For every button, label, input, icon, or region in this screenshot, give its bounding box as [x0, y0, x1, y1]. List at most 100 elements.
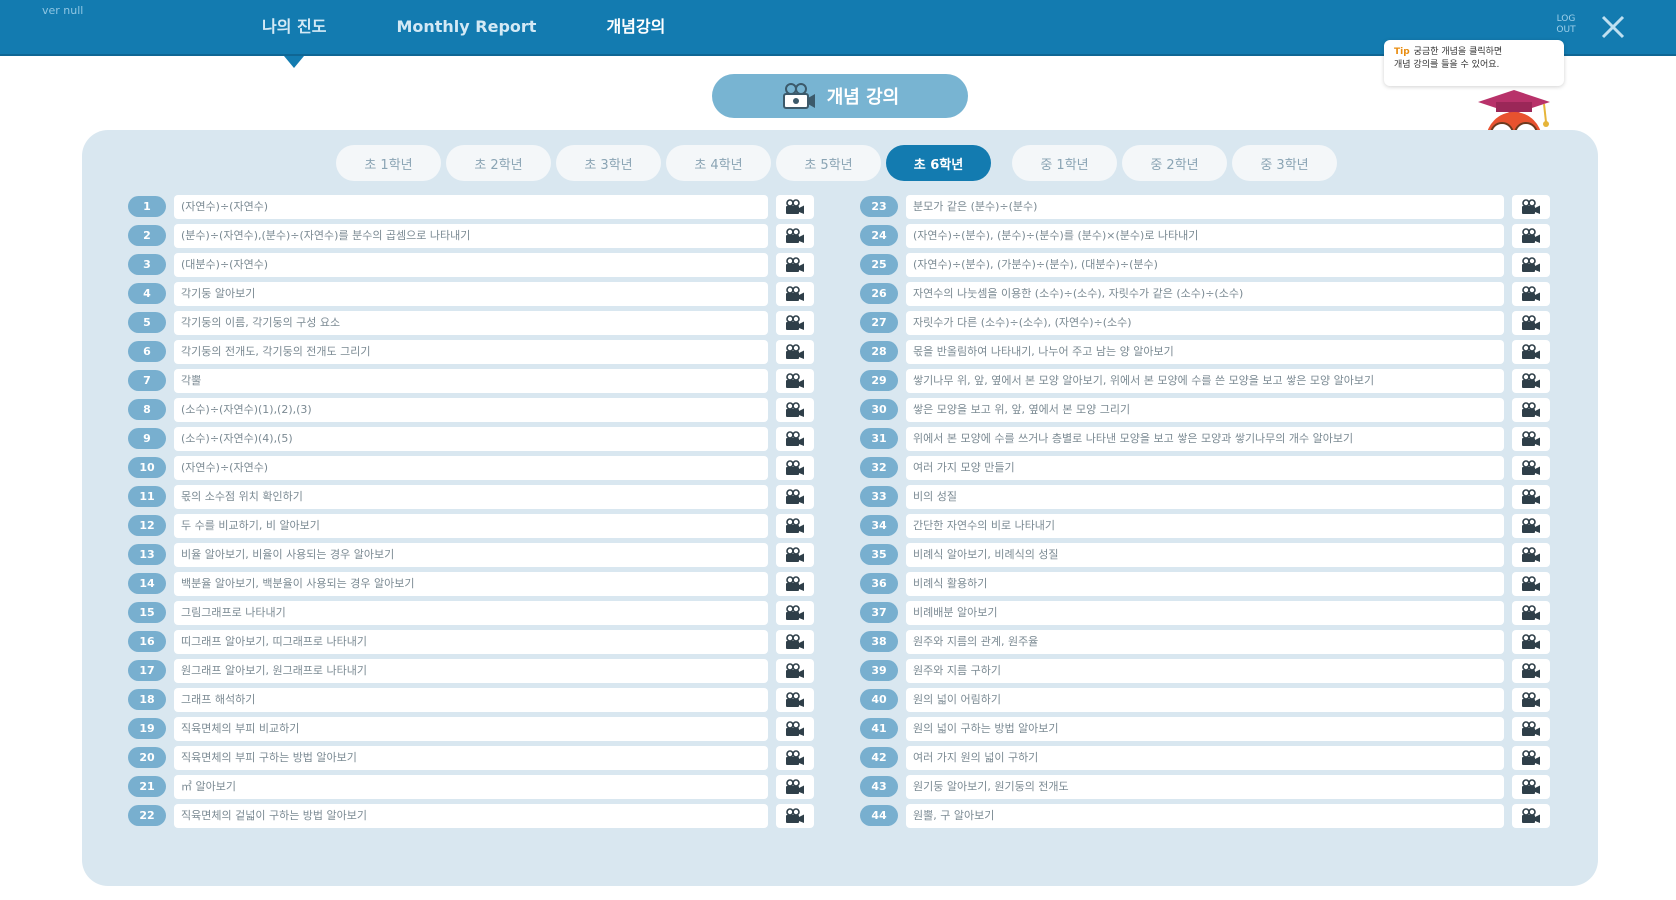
tab-concept-lecture[interactable]: 개념강의 [594, 0, 677, 56]
lesson-title-link[interactable]: 몫을 반올림하여 나타내기, 나누어 주고 남는 양 알아보기 [906, 339, 1504, 364]
lesson-title-link[interactable]: 비례배분 알아보기 [906, 600, 1504, 625]
lesson-title-link[interactable]: 여러 가지 원의 넓이 구하기 [906, 745, 1504, 770]
lesson-title-link[interactable]: (자연수)÷(자연수) [174, 455, 768, 480]
play-lecture-button[interactable] [776, 803, 814, 828]
play-lecture-button[interactable] [776, 716, 814, 741]
close-button[interactable] [1596, 10, 1630, 44]
grade-tab-m3[interactable]: 중 3학년 [1232, 145, 1337, 181]
grade-tab-e4[interactable]: 초 4학년 [666, 145, 771, 181]
play-lecture-button[interactable] [1512, 658, 1550, 683]
play-lecture-button[interactable] [1512, 310, 1550, 335]
lesson-title-link[interactable]: 원주와 지름 구하기 [906, 658, 1504, 683]
grade-tab-e6[interactable]: 초 6학년 [886, 145, 991, 181]
lesson-title-link[interactable]: 그림그래프로 나타내기 [174, 600, 768, 625]
lesson-title-link[interactable]: 각뿔 [174, 368, 768, 393]
grade-tab-e3[interactable]: 초 3학년 [556, 145, 661, 181]
play-lecture-button[interactable] [1512, 397, 1550, 422]
lesson-title-link[interactable]: (대분수)÷(자연수) [174, 252, 768, 277]
play-lecture-button[interactable] [1512, 281, 1550, 306]
lesson-title-link[interactable]: 원뿔, 구 알아보기 [906, 803, 1504, 828]
play-lecture-button[interactable] [776, 339, 814, 364]
lesson-title-link[interactable]: 직육면체의 부피 구하는 방법 알아보기 [174, 745, 768, 770]
grade-tab-m2[interactable]: 중 2학년 [1122, 145, 1227, 181]
play-lecture-button[interactable] [776, 223, 814, 248]
play-lecture-button[interactable] [776, 397, 814, 422]
play-lecture-button[interactable] [776, 252, 814, 277]
play-lecture-button[interactable] [1512, 716, 1550, 741]
play-lecture-button[interactable] [776, 600, 814, 625]
play-lecture-button[interactable] [1512, 542, 1550, 567]
lesson-title-link[interactable]: 위에서 본 모양에 수를 쓰거나 층별로 나타낸 모양을 보고 쌓은 모양과 쌓… [906, 426, 1504, 451]
lesson-title-link[interactable]: 몫의 소수점 위치 확인하기 [174, 484, 768, 509]
play-lecture-button[interactable] [1512, 194, 1550, 219]
play-lecture-button[interactable] [776, 513, 814, 538]
play-lecture-button[interactable] [1512, 426, 1550, 451]
lesson-title-link[interactable]: (자연수)÷(분수), (분수)÷(분수)를 (분수)×(분수)로 나타내기 [906, 223, 1504, 248]
lesson-title-link[interactable]: 분모가 같은 (분수)÷(분수) [906, 194, 1504, 219]
grade-tab-e1[interactable]: 초 1학년 [336, 145, 441, 181]
lesson-title-link[interactable]: 원의 넓이 구하는 방법 알아보기 [906, 716, 1504, 741]
lesson-title-link[interactable]: 비례식 활용하기 [906, 571, 1504, 596]
play-lecture-button[interactable] [776, 687, 814, 712]
play-lecture-button[interactable] [776, 368, 814, 393]
play-lecture-button[interactable] [776, 542, 814, 567]
grade-tab-m1[interactable]: 중 1학년 [1012, 145, 1117, 181]
play-lecture-button[interactable] [1512, 484, 1550, 509]
lesson-title-link[interactable]: 원그래프 알아보기, 원그래프로 나타내기 [174, 658, 768, 683]
lesson-title-link[interactable]: 각기둥 알아보기 [174, 281, 768, 306]
play-lecture-button[interactable] [776, 455, 814, 480]
play-lecture-button[interactable] [1512, 252, 1550, 277]
lesson-title-link[interactable]: (분수)÷(자연수),(분수)÷(자연수)를 분수의 곱셈으로 나타내기 [174, 223, 768, 248]
lesson-title-link[interactable]: ㎥ 알아보기 [174, 774, 768, 799]
play-lecture-button[interactable] [776, 484, 814, 509]
play-lecture-button[interactable] [1512, 571, 1550, 596]
play-lecture-button[interactable] [1512, 223, 1550, 248]
play-lecture-button[interactable] [1512, 368, 1550, 393]
play-lecture-button[interactable] [776, 194, 814, 219]
lesson-title-link[interactable]: 원주와 지름의 관계, 원주율 [906, 629, 1504, 654]
lesson-title-link[interactable]: 그래프 해석하기 [174, 687, 768, 712]
play-lecture-button[interactable] [1512, 745, 1550, 770]
play-lecture-button[interactable] [776, 745, 814, 770]
lesson-title-link[interactable]: 각기둥의 전개도, 각기둥의 전개도 그리기 [174, 339, 768, 364]
play-lecture-button[interactable] [776, 426, 814, 451]
lesson-title-link[interactable]: 직육면체의 부피 비교하기 [174, 716, 768, 741]
lesson-title-link[interactable]: (자연수)÷(분수), (가분수)÷(분수), (대분수)÷(분수) [906, 252, 1504, 277]
play-lecture-button[interactable] [776, 281, 814, 306]
lesson-title-link[interactable]: 띠그래프 알아보기, 띠그래프로 나타내기 [174, 629, 768, 654]
lesson-title-link[interactable]: 두 수를 비교하기, 비 알아보기 [174, 513, 768, 538]
lesson-title-link[interactable]: 백분율 알아보기, 백분율이 사용되는 경우 알아보기 [174, 571, 768, 596]
lesson-title-link[interactable]: 간단한 자연수의 비로 나타내기 [906, 513, 1504, 538]
play-lecture-button[interactable] [776, 571, 814, 596]
lesson-title-link[interactable]: (자연수)÷(자연수) [174, 194, 768, 219]
play-lecture-button[interactable] [776, 629, 814, 654]
play-lecture-button[interactable] [1512, 629, 1550, 654]
play-lecture-button[interactable] [1512, 455, 1550, 480]
play-lecture-button[interactable] [1512, 600, 1550, 625]
lesson-title-link[interactable]: 비율 알아보기, 비율이 사용되는 경우 알아보기 [174, 542, 768, 567]
play-lecture-button[interactable] [1512, 513, 1550, 538]
lesson-title-link[interactable]: 자연수의 나눗셈을 이용한 (소수)÷(소수), 자릿수가 같은 (소수)÷(소… [906, 281, 1504, 306]
lesson-title-link[interactable]: 원의 넓이 어림하기 [906, 687, 1504, 712]
lesson-title-link[interactable]: 쌓은 모양을 보고 위, 앞, 옆에서 본 모양 그리기 [906, 397, 1504, 422]
grade-tab-e5[interactable]: 초 5학년 [776, 145, 881, 181]
lesson-title-link[interactable]: 원기둥 알아보기, 원기둥의 전개도 [906, 774, 1504, 799]
lesson-title-link[interactable]: (소수)÷(자연수)(1),(2),(3) [174, 397, 768, 422]
play-lecture-button[interactable] [1512, 687, 1550, 712]
play-lecture-button[interactable] [776, 310, 814, 335]
logout-button[interactable]: LOG OUT [1552, 14, 1580, 36]
lesson-title-link[interactable]: 여러 가지 모양 만들기 [906, 455, 1504, 480]
lesson-title-link[interactable]: 각기둥의 이름, 각기둥의 구성 요소 [174, 310, 768, 335]
play-lecture-button[interactable] [776, 774, 814, 799]
lesson-title-link[interactable]: 자릿수가 다른 (소수)÷(소수), (자연수)÷(소수) [906, 310, 1504, 335]
lesson-title-link[interactable]: 비의 성질 [906, 484, 1504, 509]
lesson-title-link[interactable]: 직육면체의 겉넓이 구하는 방법 알아보기 [174, 803, 768, 828]
grade-tab-e2[interactable]: 초 2학년 [446, 145, 551, 181]
tab-monthly-report[interactable]: Monthly Report [384, 0, 548, 56]
tab-my-progress[interactable]: 나의 진도 [250, 0, 338, 68]
lesson-title-link[interactable]: (소수)÷(자연수)(4),(5) [174, 426, 768, 451]
lesson-title-link[interactable]: 비례식 알아보기, 비례식의 성질 [906, 542, 1504, 567]
play-lecture-button[interactable] [1512, 774, 1550, 799]
play-lecture-button[interactable] [776, 658, 814, 683]
lesson-title-link[interactable]: 쌓기나무 위, 앞, 옆에서 본 모양 알아보기, 위에서 본 모양에 수를 쓴… [906, 368, 1504, 393]
